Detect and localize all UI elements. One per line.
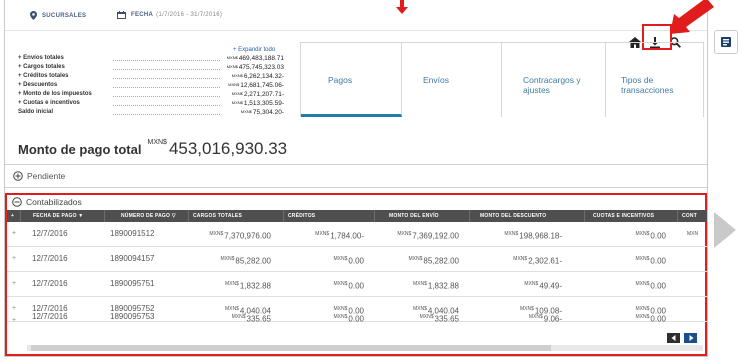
expand-all-link[interactable]: + Expandir todo	[233, 47, 275, 53]
summary-value: MXN$6,262,134.32-	[231, 73, 284, 80]
annotation-arrow-icon	[396, 0, 408, 14]
discount-amount-column-header[interactable]: MONTO DEL DESCUENTO	[470, 210, 585, 222]
summary-row: Saldo inicial MXN$75,304.20-	[18, 109, 284, 118]
expand-row-icon[interactable]: +	[12, 222, 16, 246]
next-page-button[interactable]	[684, 333, 697, 343]
posted-label: Contabilizados	[26, 197, 82, 207]
credits-column-header[interactable]: CRÉDITOS	[284, 210, 375, 222]
summary-row[interactable]: + Créditos totales MXN$6,262,134.32-	[18, 73, 284, 82]
scrollbar-thumb[interactable]	[31, 345, 551, 351]
summary-row[interactable]: + Envíos totales MXN$469,483,188.71	[18, 55, 284, 64]
date-filter[interactable]: FECHA (1/7/2016 - 31/7/2016)	[117, 11, 222, 19]
table-row[interactable]: + 12/7/2016 1890095751 MXN$1,832.88 MXN$…	[7, 272, 707, 297]
summary-label: + Cargos totales	[18, 64, 65, 70]
side-panel-button[interactable]	[714, 30, 738, 54]
chevron-right-icon	[689, 335, 693, 341]
posted-section-toggle[interactable]: Contabilizados	[12, 197, 82, 207]
location-pin-icon	[30, 11, 37, 20]
branches-filter[interactable]: SUCURSALES	[30, 11, 86, 20]
summary-value: MXN$75,304.20-	[240, 109, 284, 116]
document-icon	[721, 37, 731, 47]
next-slide-chevron-icon[interactable]	[712, 210, 738, 250]
table-header: + FECHA DE PAGO ▼ NÚMERO DE PAGO ▽ CARGO…	[7, 210, 707, 222]
branches-label: SUCURSALES	[42, 12, 87, 19]
tab-bar: Pagos Envíos Contracargos y ajustes Tipo…	[300, 42, 704, 117]
expand-row-icon[interactable]: +	[12, 247, 16, 271]
pager	[667, 333, 697, 343]
summary-row[interactable]: + Monto de los impuestos MXN$2,271,207.7…	[18, 91, 284, 100]
fees-column-header[interactable]: CUOTAS E INCENTIVOS	[585, 210, 678, 222]
table-row[interactable]: + 12/7/2016 1890091512 MXN$7,370,976.00 …	[7, 222, 707, 247]
table-row[interactable]: + 12/7/2016 1890094157 MXN$85,282.00 MXN…	[7, 247, 707, 272]
posted-payments-panel: Contabilizados + FECHA DE PAGO ▼ NÚMERO …	[5, 193, 707, 356]
summary-label: + Créditos totales	[18, 73, 69, 79]
tab-shipments[interactable]: Envíos	[401, 43, 502, 117]
summary-value: MXN$475,745,323.03	[226, 64, 284, 71]
plus-circle-icon	[13, 171, 23, 181]
summary-row[interactable]: + Cargos totales MXN$475,745,323.03	[18, 64, 284, 73]
expand-row-icon[interactable]: +	[12, 272, 16, 296]
filter-bar: SUCURSALES FECHA (1/7/2016 - 31/7/2016)	[5, 0, 707, 31]
horizontal-scrollbar[interactable]	[27, 345, 703, 351]
pending-label: Pendiente	[27, 171, 66, 181]
tab-chargebacks[interactable]: Contracargos y ajustes	[501, 43, 606, 117]
expand-row-icon[interactable]: +	[12, 317, 16, 324]
tab-payments[interactable]: Pagos	[301, 43, 402, 117]
pending-section-toggle[interactable]: Pendiente	[13, 171, 65, 181]
summary-label: Saldo inicial	[18, 109, 54, 115]
tab-transaction-types[interactable]: Tipos de transacciones	[605, 43, 703, 117]
summary-label: + Monto de los impuestos	[18, 91, 92, 97]
calendar-icon	[117, 11, 126, 19]
summary-value: MXN$469,483,188.71	[226, 55, 284, 62]
app-frame: SUCURSALES FECHA (1/7/2016 - 31/7/2016) …	[4, 0, 708, 357]
summary-row[interactable]: + Cuotas e incentivos MXN$1,513,305.59-	[18, 100, 284, 109]
total-label: Monto de pago total	[18, 142, 142, 157]
summary-value: MXN$1,513,305.59-	[231, 100, 284, 107]
date-range: (1/7/2016 - 31/7/2016)	[156, 12, 223, 18]
date-label: FECHA	[131, 12, 154, 18]
shipment-amount-column-header[interactable]: MONTO DEL ENVÍO	[375, 210, 470, 222]
payment-date-column-header[interactable]: FECHA DE PAGO ▼	[21, 210, 105, 222]
payment-number-column-header[interactable]: NÚMERO DE PAGO ▽	[105, 210, 189, 222]
summary-row[interactable]: + Descuentos MXN$12,681,745.06-	[18, 82, 284, 91]
payment-total: Monto de pago total MXN$ 453,016,930.33	[18, 139, 288, 158]
total-value: 453,016,930.33	[168, 139, 288, 158]
chevron-left-icon	[671, 335, 675, 341]
table-row[interactable]: + 12/7/2016 1890095753 MXN$335.65 MXN$0.…	[7, 313, 707, 332]
summary-value: MXN$12,681,745.06-	[228, 82, 284, 89]
expand-column-header[interactable]: +	[7, 210, 21, 222]
total-charges-column-header[interactable]: CARGOS TOTALES	[189, 210, 284, 222]
summary-label: + Envíos totales	[18, 55, 64, 61]
summary-value: MXN$2,271,207.71-	[231, 91, 284, 98]
prev-page-button[interactable]	[667, 333, 680, 343]
annotation-arrow-icon	[670, 0, 714, 34]
summary-label: + Descuentos	[18, 82, 58, 88]
summary-label: + Cuotas e incentivos	[18, 100, 80, 106]
more-column-header[interactable]: CONT	[678, 210, 707, 222]
minus-circle-icon	[12, 197, 22, 207]
